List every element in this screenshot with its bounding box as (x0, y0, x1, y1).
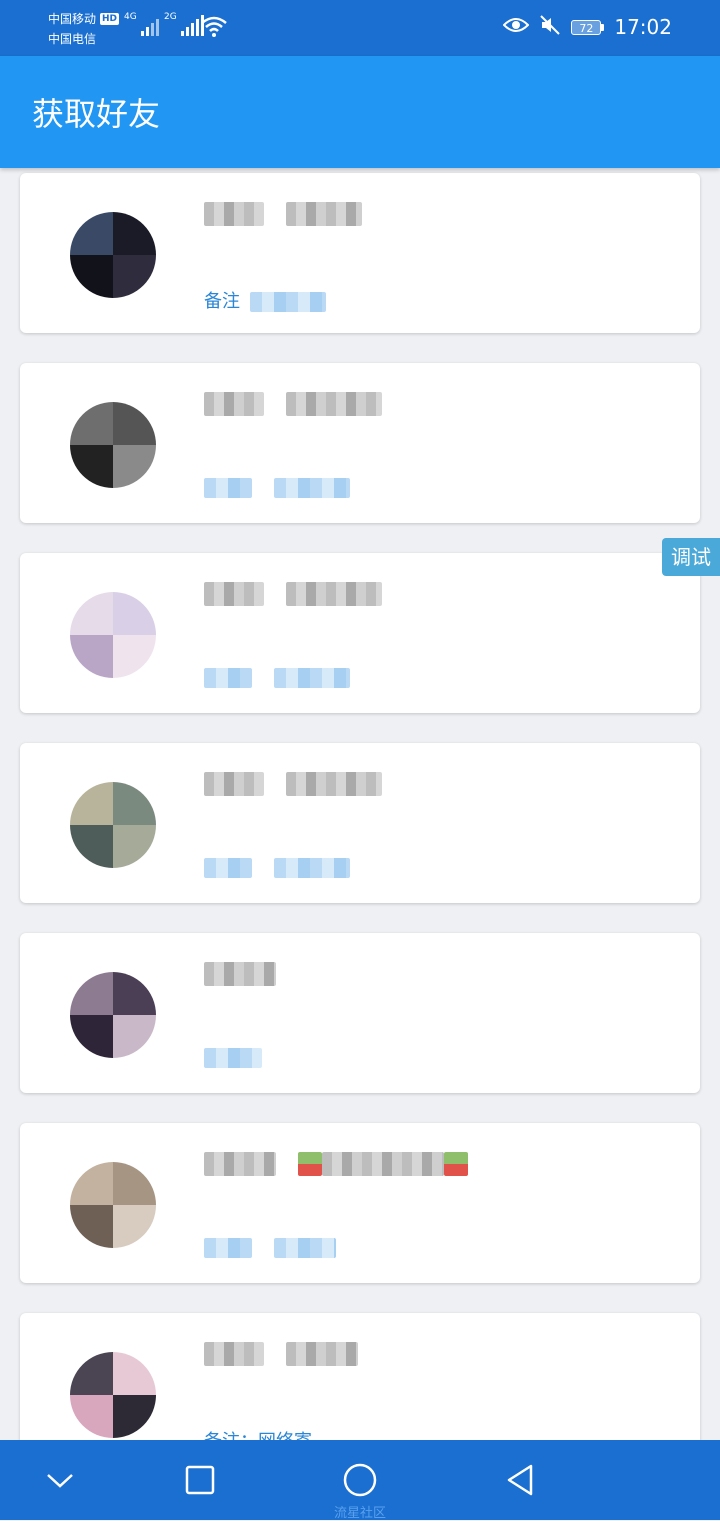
avatar (70, 1162, 156, 1248)
avatar (70, 1352, 156, 1438)
avatar (70, 212, 156, 298)
signal-2-label: 2G (164, 12, 177, 22)
page-title: 获取好友 (32, 95, 161, 133)
status-bar: 中国移动 HD 中国电信 4G 2G 72 17:02 (0, 0, 720, 56)
hd-badge: HD (100, 13, 120, 25)
friend-name (204, 201, 362, 226)
avatar (70, 592, 156, 678)
friend-remark (204, 857, 350, 878)
recents-square-icon[interactable] (180, 1460, 220, 1500)
friend-name (204, 771, 382, 796)
friend-remark: 备注 (204, 287, 326, 313)
navigation-bar: 流星社区 (0, 1440, 720, 1521)
friend-name (204, 961, 276, 986)
friend-card[interactable] (20, 743, 700, 903)
friend-remark: 备注：网络寄 (204, 1427, 312, 1440)
chevron-down-icon[interactable] (40, 1460, 80, 1500)
carrier-2-name: 中国电信 (48, 32, 97, 46)
friend-card[interactable] (20, 933, 700, 1093)
app-bar: 获取好友 (0, 56, 720, 168)
avatar (70, 782, 156, 868)
friend-card[interactable]: 备注 (20, 173, 700, 333)
clock: 17:02 (614, 15, 672, 39)
friend-card[interactable]: 备注：网络寄 (20, 1313, 700, 1440)
friend-card[interactable] (20, 363, 700, 523)
friend-remark (204, 477, 350, 498)
friend-name (204, 581, 382, 606)
signal-2-icon: 2G (164, 12, 204, 36)
debug-tab[interactable]: 调试 (662, 538, 720, 576)
back-triangle-icon[interactable] (500, 1460, 540, 1500)
signal-1-label: 4G (124, 12, 137, 22)
avatar (70, 972, 156, 1058)
home-circle-icon[interactable] (340, 1460, 380, 1500)
friend-card[interactable] (20, 1123, 700, 1283)
friend-list[interactable]: 备注 (0, 168, 720, 1440)
status-right-group: 72 17:02 (502, 14, 672, 40)
carrier-info: 中国移动 HD 中国电信 (48, 9, 120, 49)
friend-card[interactable] (20, 553, 700, 713)
mute-icon (539, 14, 561, 40)
friend-name (204, 1341, 358, 1366)
watermark: 流星社区 (333, 1506, 386, 1521)
signal-1-icon: 4G (124, 12, 159, 36)
eye-icon (502, 15, 530, 39)
wifi-icon (200, 14, 228, 42)
friend-remark (204, 1237, 336, 1258)
battery-icon: 72 (571, 19, 605, 35)
friend-remark (204, 1047, 262, 1068)
battery-level: 72 (571, 19, 602, 35)
avatar (70, 402, 156, 488)
carrier-1-name: 中国移动 (48, 12, 97, 26)
friend-name (204, 391, 382, 416)
friend-name (204, 1151, 468, 1176)
friend-remark (204, 667, 350, 688)
